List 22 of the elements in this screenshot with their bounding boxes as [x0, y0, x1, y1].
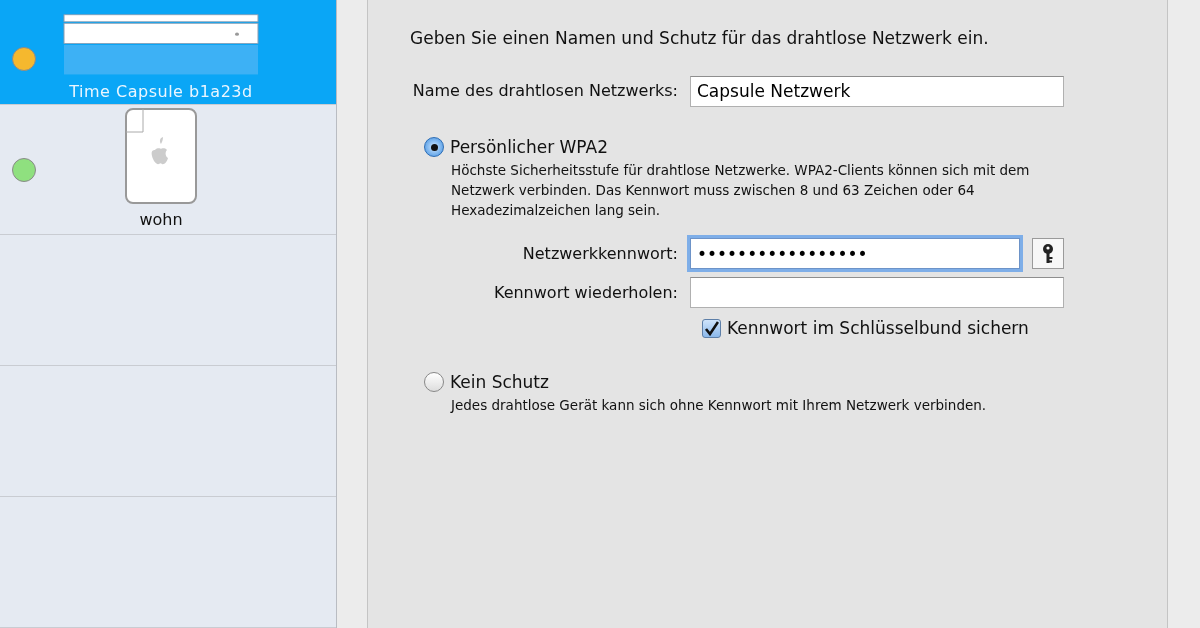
- option-label: Kein Schutz: [450, 370, 549, 394]
- option-description: Jedes drahtlose Gerät kann sich ohne Kennwort mit Ihrem Netzwerk verbinden.: [451, 396, 988, 415]
- checkbox[interactable]: [702, 319, 721, 339]
- key-icon: [1042, 242, 1054, 265]
- instruction-text: Geben Sie einen Namen und Schutz für das drahtlose Netzwerk ein.: [410, 27, 990, 50]
- device-name: Time Capsule b1a23d: [69, 81, 253, 103]
- checkbox-label: Kennwort im Schlüsselbund sichern: [727, 317, 1029, 340]
- option-description: Höchste Sicherheitsstufe für drahtlose Netzwerke. WPA2-Clients können sich mit dem Netzwerk verbinden. Das Kennwort muss zwischen 8 und 63 Zeichen oder 64 Hexadezimalzeichen lang sein.: [451, 161, 1031, 220]
- network-name-field[interactable]: Capsule Netzwerk: [690, 75, 1064, 107]
- device-name: wohn: [139, 208, 183, 231]
- field-label: Netzwerkkennwort:: [521, 242, 679, 265]
- option-label: Persönlicher WPA2: [450, 135, 608, 159]
- field-label: Kennwort wiederholen:: [492, 281, 679, 304]
- radio-button[interactable]: [424, 372, 444, 393]
- radio-button[interactable]: [424, 137, 444, 158]
- base-station-icon: [125, 107, 197, 204]
- repeat-password-field[interactable]: [690, 277, 1064, 308]
- device-item[interactable]: wohn: [0, 105, 336, 236]
- password-field[interactable]: •••••••••••••••••: [690, 238, 1020, 269]
- base-station-icon: [63, 14, 259, 76]
- key-button[interactable]: [1032, 238, 1064, 269]
- field-label: Name des drahtlosen Netzwerks:: [411, 80, 679, 102]
